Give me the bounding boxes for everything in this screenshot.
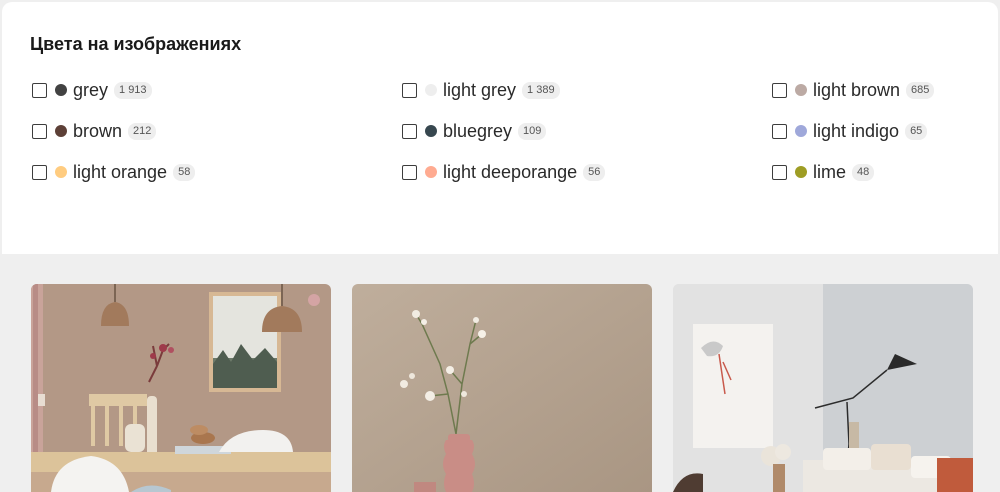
photo-card-dining-room[interactable]	[31, 284, 331, 492]
color-swatch-icon	[795, 125, 807, 137]
photo-grid	[0, 254, 1000, 492]
option-label: light orange	[73, 161, 168, 182]
color-option-bluegrey[interactable]: bluegrey 109	[402, 120, 547, 141]
photo-card-vase[interactable]	[352, 284, 652, 492]
option-label: grey	[73, 79, 109, 100]
color-option-grey[interactable]: grey 1 913	[32, 80, 152, 100]
color-swatch-icon	[55, 166, 67, 178]
color-swatch-icon	[795, 166, 807, 178]
option-count: 685	[906, 81, 935, 99]
color-filter-panel: Цвета на изображениях grey 1 913 light g…	[2, 2, 998, 254]
option-count: 58	[173, 163, 196, 181]
photo-card-living-room[interactable]	[673, 284, 973, 492]
color-option-light-brown[interactable]: light brown 685	[772, 79, 935, 100]
checkbox[interactable]	[402, 164, 417, 180]
option-label: light brown	[813, 79, 901, 100]
color-option-light-orange[interactable]: light orange 58	[32, 161, 196, 182]
color-option-lime[interactable]: lime 48	[772, 161, 875, 182]
checkbox[interactable]	[32, 123, 47, 139]
checkbox[interactable]	[32, 82, 47, 98]
color-swatch-icon	[795, 84, 807, 96]
checkbox[interactable]	[772, 123, 787, 139]
color-swatch-icon	[425, 125, 437, 137]
option-count: 56	[583, 163, 606, 181]
option-label: light indigo	[813, 120, 900, 141]
option-label: light grey	[443, 79, 517, 100]
color-swatch-icon	[425, 84, 437, 96]
color-option-brown[interactable]: brown 212	[32, 120, 157, 141]
vase-image	[352, 284, 652, 492]
checkbox[interactable]	[32, 164, 47, 180]
color-option-light-deeporange[interactable]: light deeporange 56	[402, 161, 606, 182]
checkbox[interactable]	[402, 123, 417, 139]
dining-room-image	[31, 284, 331, 492]
filter-title: Цвета на изображениях	[30, 34, 242, 54]
color-option-light-grey[interactable]: light grey 1 389	[402, 80, 560, 100]
option-count: 1 913	[114, 81, 152, 99]
option-label: light deeporange	[443, 161, 578, 182]
option-count: 1 389	[522, 81, 560, 99]
option-label: lime	[813, 161, 847, 182]
checkbox[interactable]	[402, 82, 417, 98]
living-room-image	[673, 284, 973, 492]
checkbox[interactable]	[772, 82, 787, 98]
option-label: brown	[73, 120, 123, 141]
option-count: 48	[852, 163, 875, 181]
checkbox[interactable]	[772, 164, 787, 180]
option-count: 109	[518, 122, 547, 140]
color-swatch-icon	[55, 125, 67, 137]
color-option-light-indigo[interactable]: light indigo 65	[772, 120, 928, 141]
color-swatch-icon	[425, 166, 437, 178]
option-count: 65	[905, 122, 928, 140]
option-label: bluegrey	[443, 120, 513, 141]
option-count: 212	[128, 122, 157, 140]
color-swatch-icon	[55, 84, 67, 96]
